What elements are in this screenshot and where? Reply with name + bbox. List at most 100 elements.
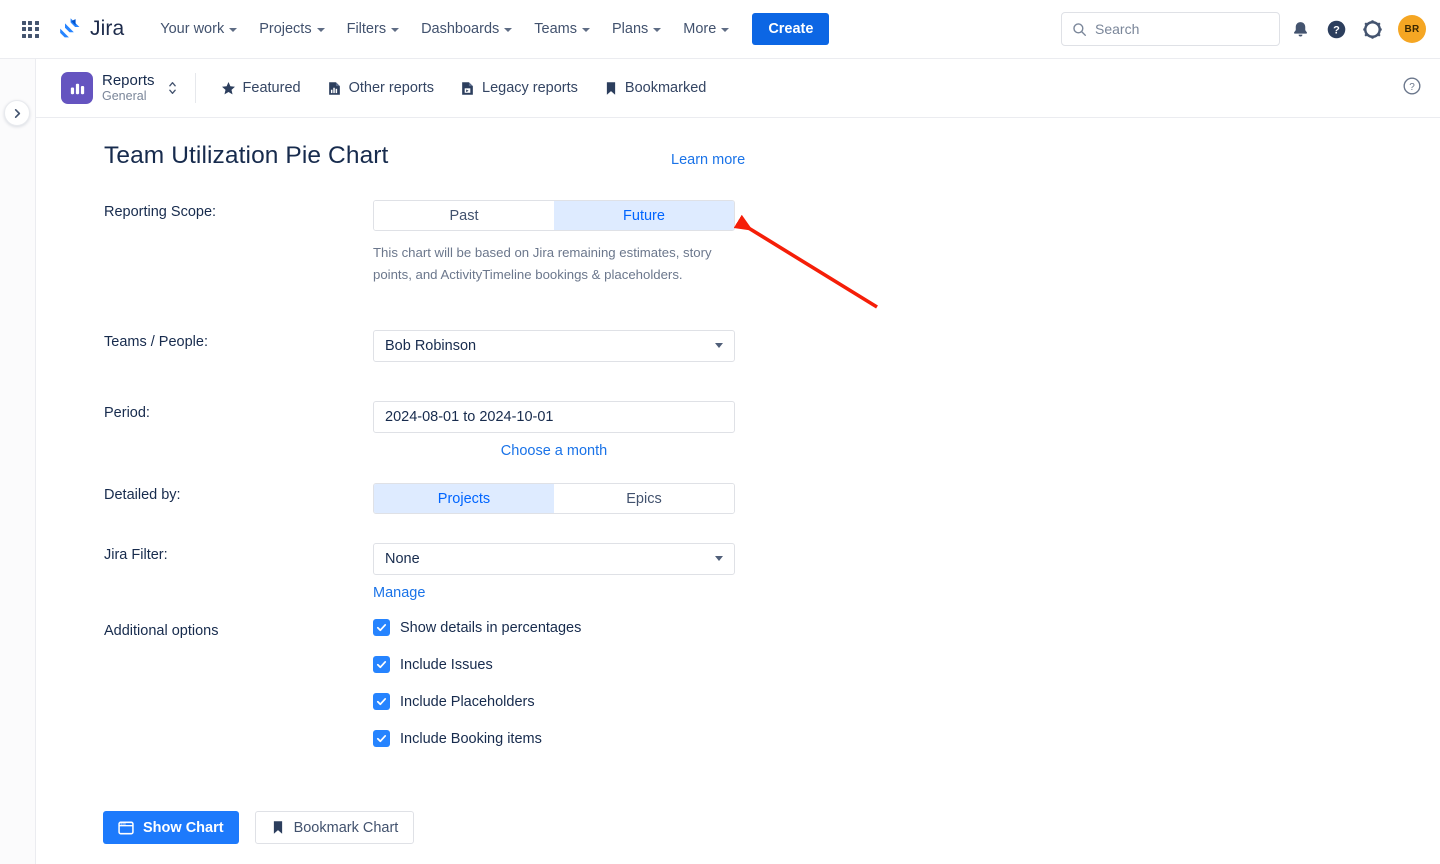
create-button[interactable]: Create	[752, 13, 830, 45]
nav-label: Your work	[160, 21, 225, 37]
field-detailed-by: Detailed by: Projects Epics	[104, 483, 735, 514]
checkbox-include-issues[interactable]: Include Issues	[373, 656, 735, 673]
show-chart-button[interactable]: Show Chart	[103, 811, 239, 844]
help-button[interactable]: ?	[1320, 13, 1352, 45]
reports-app-labels: Reports General	[102, 72, 155, 104]
settings-button[interactable]	[1356, 13, 1388, 45]
bookmark-icon	[273, 821, 282, 834]
chevron-down-icon	[715, 343, 723, 348]
jira-filter-select[interactable]: None	[373, 543, 735, 575]
chevron-down-icon	[391, 28, 400, 32]
form-actions: Show Chart Bookmark Chart	[103, 811, 415, 844]
bookmark-icon	[606, 81, 616, 95]
chevron-down-icon	[721, 28, 730, 32]
page-title: Team Utilization Pie Chart	[104, 142, 389, 169]
field-reporting-scope: Reporting Scope: Past Future This chart …	[104, 200, 735, 286]
expand-sidebar-button[interactable]	[4, 100, 30, 126]
svg-text:?: ?	[1333, 24, 1340, 36]
report-config-panel: Team Utilization Pie Chart Learn more Re…	[36, 118, 1440, 864]
teams-people-label: Teams / People:	[104, 334, 208, 350]
nav-item-projects[interactable]: Projects	[249, 14, 334, 44]
chevron-down-icon	[653, 28, 662, 32]
bookmark-chart-label: Bookmark Chart	[293, 819, 399, 836]
app-section: General	[102, 89, 147, 104]
bar-chart-icon	[61, 72, 93, 104]
chevron-up-down-icon	[168, 82, 176, 94]
checkbox-checked-icon	[373, 619, 390, 636]
reporting-scope-label: Reporting Scope:	[104, 204, 217, 220]
tab-label: Bookmarked	[624, 80, 707, 96]
teams-people-value: Bob Robinson	[385, 338, 477, 354]
help-circle-outline-icon: ?	[1403, 76, 1421, 95]
detailed-by-control: Projects Epics	[373, 483, 735, 514]
nav-label: Projects	[259, 21, 312, 37]
report-category-tabs: Featured Other reports Legacy reports Bo…	[212, 73, 716, 103]
learn-more-link[interactable]: Learn more	[671, 152, 745, 168]
period-control: 2024-08-01 to 2024-10-01 Choose a month	[373, 401, 735, 459]
checkbox-show-details-in-percentages[interactable]: Show details in percentages	[373, 619, 735, 636]
detailed-by-toggle: Projects Epics	[373, 483, 735, 514]
reporting-scope-option-past[interactable]: Past	[374, 201, 554, 230]
nav-item-filters[interactable]: Filters	[337, 14, 409, 44]
notifications-button[interactable]	[1284, 13, 1316, 45]
choose-a-month-link[interactable]: Choose a month	[373, 443, 735, 459]
chevron-down-icon	[316, 28, 325, 32]
field-jira-filter: Jira Filter: None Manage	[104, 543, 735, 602]
additional-options-label: Additional options	[104, 623, 219, 639]
period-label: Period:	[104, 405, 150, 421]
reporting-scope-toggle: Past Future	[373, 200, 735, 231]
chevron-down-icon	[229, 28, 238, 32]
page-help-button[interactable]: ?	[1402, 76, 1422, 101]
nav-item-plans[interactable]: Plans	[602, 14, 671, 44]
manage-filters-link[interactable]: Manage	[373, 585, 425, 601]
user-avatar[interactable]: BR	[1398, 15, 1426, 43]
detailed-by-option-projects[interactable]: Projects	[374, 484, 554, 513]
nav-label: Dashboards	[421, 21, 500, 37]
additional-options-control: Show details in percentages Include Issu…	[373, 619, 735, 767]
tab-label: Legacy reports	[482, 80, 578, 96]
detailed-by-option-epics[interactable]: Epics	[554, 484, 734, 513]
nav-item-dashboards[interactable]: Dashboards	[411, 14, 522, 44]
report-chart-icon	[328, 81, 340, 95]
tab-bookmarked[interactable]: Bookmarked	[595, 73, 715, 103]
app-name: Reports	[102, 72, 155, 90]
tab-legacy-reports[interactable]: Legacy reports	[451, 73, 587, 103]
checkbox-include-booking-items[interactable]: Include Booking items	[373, 730, 735, 747]
checkbox-label: Include Placeholders	[400, 693, 535, 710]
search-placeholder: Search	[1095, 21, 1140, 37]
field-teams-people: Teams / People: Bob Robinson	[104, 330, 735, 362]
jira-home-link[interactable]: Jira	[57, 16, 124, 42]
bookmark-chart-button[interactable]: Bookmark Chart	[254, 811, 415, 844]
jira-filter-value: None	[385, 551, 420, 567]
checkbox-include-placeholders[interactable]: Include Placeholders	[373, 693, 735, 710]
reporting-scope-option-future[interactable]: Future	[554, 201, 734, 230]
period-input[interactable]: 2024-08-01 to 2024-10-01	[373, 401, 735, 433]
help-circle-icon: ?	[1327, 20, 1345, 38]
legacy-document-icon	[462, 81, 473, 95]
app-switch-updown-button[interactable]	[168, 80, 177, 96]
teams-people-select[interactable]: Bob Robinson	[373, 330, 735, 362]
nav-item-your-work[interactable]: Your work	[150, 14, 247, 44]
jira-filter-control: None Manage	[373, 543, 735, 602]
nav-item-teams[interactable]: Teams	[524, 14, 600, 44]
secondary-navigation-bar: Reports General Featured Other reports L…	[36, 59, 1440, 118]
jira-filter-label: Jira Filter:	[104, 547, 168, 563]
tab-label: Featured	[242, 80, 301, 96]
field-additional-options: Additional options Show details in perce…	[104, 619, 735, 767]
jira-logo-icon	[60, 18, 80, 38]
chevron-down-icon	[504, 28, 513, 32]
top-navigation-bar: Jira Your work Projects Filters Dashboar…	[0, 0, 1440, 59]
checkbox-checked-icon	[373, 693, 390, 710]
nav-item-more[interactable]: More	[673, 14, 739, 44]
svg-text:?: ?	[1409, 81, 1415, 92]
search-icon	[1073, 22, 1087, 36]
bell-icon	[1293, 21, 1307, 37]
tab-label: Other reports	[348, 80, 434, 96]
chevron-down-icon	[715, 556, 723, 561]
tab-other-reports[interactable]: Other reports	[318, 73, 443, 103]
reports-app-badge[interactable]: Reports General	[61, 72, 177, 104]
tab-featured[interactable]: Featured	[212, 73, 310, 103]
field-period: Period: 2024-08-01 to 2024-10-01 Choose …	[104, 401, 735, 459]
search-input[interactable]: Search	[1061, 12, 1280, 46]
app-switcher-button[interactable]	[14, 13, 46, 45]
